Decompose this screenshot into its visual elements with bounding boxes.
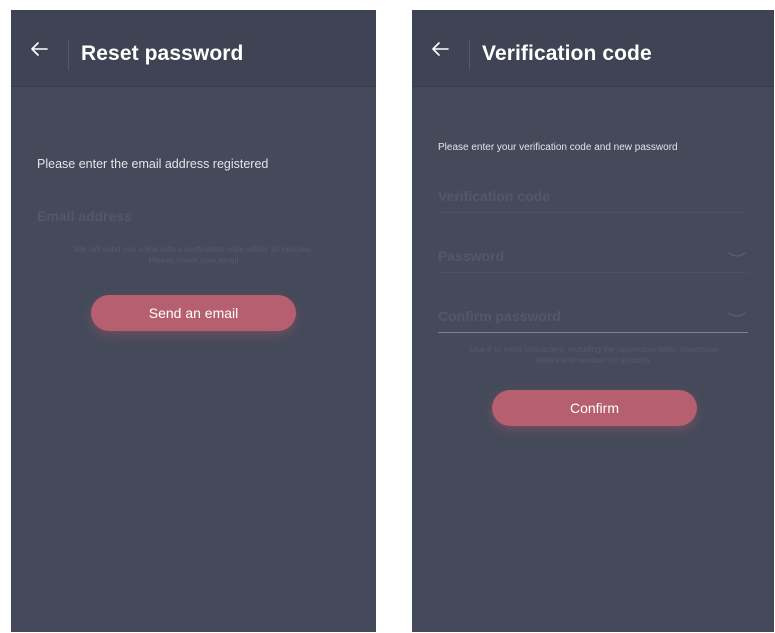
verification-code-field[interactable]: [438, 183, 748, 209]
email-instruction: Please enter the email address registere…: [37, 157, 269, 171]
verification-instruction: Please enter your verification code and …: [438, 142, 678, 153]
header-divider: [469, 40, 470, 70]
page-title: Reset password: [81, 42, 244, 65]
email-hint: We will send you a link with a verificat…: [31, 244, 356, 265]
email-hint-line2: Please check your email: [148, 254, 239, 265]
header-divider: [68, 40, 69, 70]
password-hint: Use 8 or more characters, including the …: [434, 344, 754, 365]
arrow-left-icon: [31, 42, 48, 56]
email-hint-line1: We will send you a link with a verificat…: [74, 244, 313, 254]
password-wrapper: [438, 243, 748, 273]
send-email-button[interactable]: Send an email: [91, 295, 296, 331]
field-underline: [438, 212, 748, 213]
password-field[interactable]: [438, 243, 748, 269]
page-title: Verification code: [482, 42, 652, 65]
confirm-password-field[interactable]: [438, 303, 748, 329]
arrow-left-icon: [432, 42, 449, 56]
confirm-password-wrapper: [438, 303, 748, 333]
eye-closed-icon[interactable]: [728, 249, 746, 261]
confirm-button[interactable]: Confirm: [492, 390, 697, 426]
back-button[interactable]: [23, 33, 55, 65]
verification-code-wrapper: [438, 183, 748, 213]
field-underline: [438, 332, 748, 333]
reset-header: Reset password: [11, 10, 376, 87]
password-hint-line2: letters and number (or symbol).: [536, 354, 652, 365]
password-hint-line1: Use 8 or more characters, including the …: [469, 344, 719, 354]
back-button[interactable]: [424, 33, 456, 65]
email-field[interactable]: [37, 203, 350, 229]
verification-code-screen: Verification code Please enter your veri…: [412, 10, 774, 632]
verification-header: Verification code: [412, 10, 774, 87]
reset-password-screen: Reset password Please enter the email ad…: [11, 10, 376, 632]
field-underline: [438, 272, 748, 273]
eye-closed-icon[interactable]: [728, 309, 746, 321]
email-field-wrapper: [37, 203, 350, 233]
